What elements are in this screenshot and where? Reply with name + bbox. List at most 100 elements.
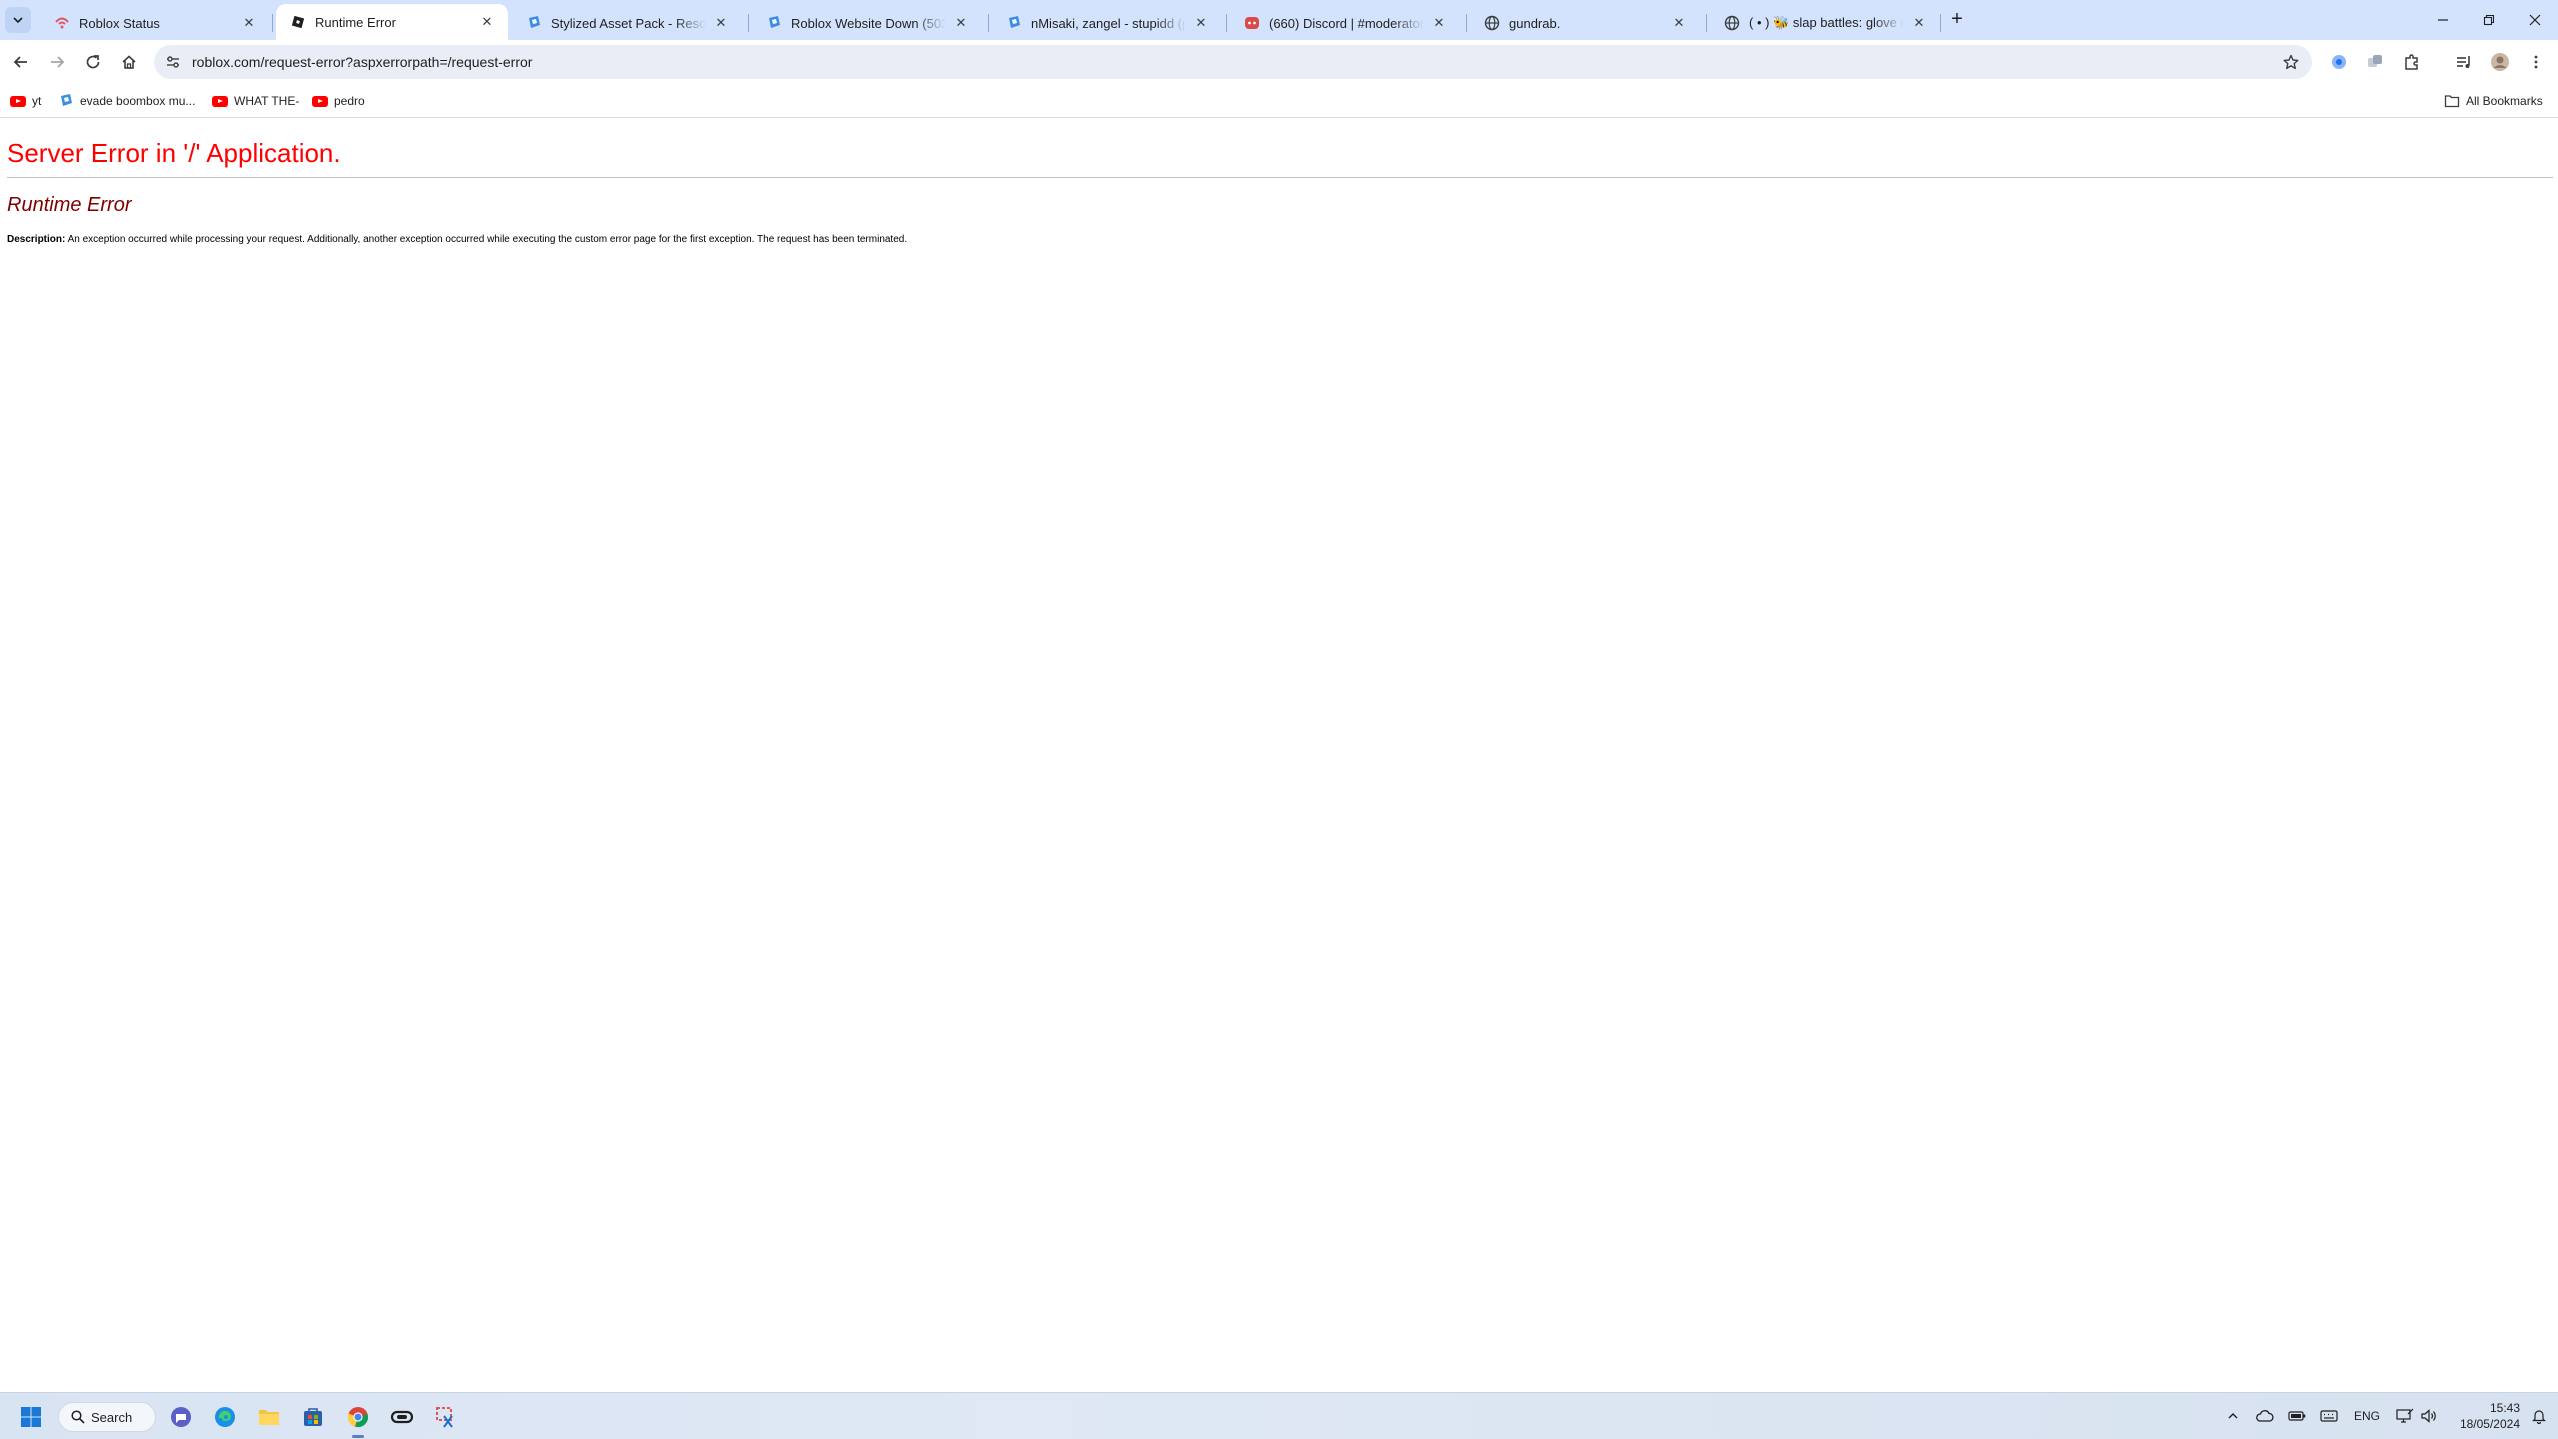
- profile-avatar[interactable]: [2488, 50, 2512, 74]
- taskbar-chrome[interactable]: [343, 1402, 373, 1432]
- google-lens-icon: [2332, 55, 2346, 69]
- chrome-icon: [347, 1407, 368, 1428]
- tab-divider: [1706, 14, 1707, 32]
- devforum-icon: [58, 93, 74, 109]
- tab-title: nMisaki, zangel - stupidd (phon: [1031, 15, 1186, 31]
- start-button[interactable]: [16, 1402, 46, 1432]
- close-window-button[interactable]: [2512, 0, 2558, 40]
- tab-title: Stylized Asset Pack - Resources: [551, 15, 706, 31]
- bookmark-what-the[interactable]: WHAT THE-: [212, 92, 299, 110]
- clock-date: 18/05/2024: [2459, 1417, 2520, 1431]
- taskbar-store[interactable]: [298, 1402, 328, 1432]
- network-icon: [2396, 1408, 2414, 1423]
- bell-icon: [2532, 1410, 2546, 1424]
- tab-runtime-error[interactable]: Runtime Error ✕: [276, 4, 508, 40]
- more-vertical-icon: [2534, 55, 2538, 69]
- browser-menu-button[interactable]: [2524, 50, 2548, 74]
- restore-button[interactable]: [2466, 0, 2512, 40]
- all-bookmarks-label: All Bookmarks: [2466, 94, 2543, 108]
- minimize-button[interactable]: [2420, 0, 2466, 40]
- back-button[interactable]: [6, 47, 36, 77]
- headset-icon: [390, 1410, 414, 1424]
- search-icon: [71, 1410, 85, 1424]
- windows-logo-icon: [21, 1407, 41, 1427]
- close-icon[interactable]: ✕: [952, 14, 970, 32]
- queue-music-icon: [2457, 56, 2470, 68]
- globe-icon: [1484, 15, 1500, 31]
- all-bookmarks-button[interactable]: All Bookmarks: [2444, 92, 2543, 110]
- tab-nmisaki-zangel[interactable]: nMisaki, zangel - stupidd (phon ✕: [992, 6, 1222, 40]
- speaker-icon: [2421, 1409, 2436, 1423]
- bookmark-pedro[interactable]: pedro: [312, 92, 365, 110]
- extensions-button[interactable]: [2400, 50, 2424, 74]
- avatar-icon: [2491, 53, 2509, 71]
- bookmark-evade-boombox[interactable]: evade boombox mu...: [58, 92, 195, 110]
- tab-divider: [988, 14, 989, 32]
- close-icon[interactable]: ✕: [712, 14, 730, 32]
- tab-slap-battles[interactable]: ( • ) 🐝 slap battles: glove mak ✕: [1710, 6, 1940, 40]
- bookmark-yt[interactable]: yt: [10, 92, 41, 110]
- taskbar-search[interactable]: Search: [58, 1402, 156, 1432]
- devforum-icon: [526, 15, 542, 31]
- error-heading: Server Error in '/' Application.: [7, 138, 341, 168]
- close-icon[interactable]: ✕: [1670, 14, 1688, 32]
- bookmarks-bar: yt evade boombox mu... WHAT THE- pedro A…: [0, 84, 2558, 118]
- close-icon[interactable]: ✕: [1430, 14, 1448, 32]
- show-hidden-icons-button[interactable]: [2220, 1403, 2246, 1429]
- taskbar-clock[interactable]: 15:43 18/05/2024: [2440, 1400, 2520, 1432]
- tab-title: Runtime Error: [315, 14, 396, 30]
- volume-tray[interactable]: [2416, 1403, 2442, 1429]
- close-icon[interactable]: ✕: [1192, 14, 1210, 32]
- tab-discord[interactable]: (660) Discord | #moderator-onl ✕: [1230, 6, 1460, 40]
- devforum-icon: [1006, 15, 1022, 31]
- reload-icon: [86, 55, 100, 69]
- close-icon: [2529, 14, 2541, 26]
- taskbar-chat[interactable]: [166, 1402, 196, 1432]
- taskbar-snipping-tool[interactable]: [431, 1402, 461, 1432]
- tab-search-button[interactable]: [5, 7, 31, 33]
- roblox-status-icon: [54, 15, 70, 31]
- tab-roblox-website-down[interactable]: Roblox Website Down (503) - B ✕: [752, 6, 982, 40]
- tab-gundrab[interactable]: gundrab. ✕: [1470, 6, 1700, 40]
- network-tray[interactable]: [2392, 1403, 2418, 1429]
- forward-button[interactable]: [42, 47, 72, 77]
- taskbar-edge[interactable]: [210, 1402, 240, 1432]
- youtube-icon: [10, 93, 26, 109]
- home-button[interactable]: [114, 47, 144, 77]
- tab-roblox-status[interactable]: Roblox Status ✕: [40, 6, 270, 40]
- globe-icon: [1724, 15, 1740, 31]
- keyboard-tray[interactable]: [2316, 1403, 2342, 1429]
- media-controls-button[interactable]: [2452, 50, 2476, 74]
- chevron-up-icon: [2228, 1413, 2238, 1419]
- onedrive-tray[interactable]: [2252, 1403, 2278, 1429]
- store-icon: [304, 1408, 322, 1426]
- site-info-button[interactable]: [162, 51, 184, 73]
- close-icon[interactable]: ✕: [478, 13, 496, 31]
- translate-extension-button[interactable]: [2363, 50, 2387, 74]
- battery-tray[interactable]: [2284, 1403, 2310, 1429]
- page-content: Server Error in '/' Application. Runtime…: [0, 119, 2558, 1392]
- taskbar-vr-app[interactable]: [387, 1402, 417, 1432]
- new-tab-button[interactable]: +: [1946, 9, 1968, 31]
- address-bar[interactable]: roblox.com/request-error?aspxerrorpath=/…: [154, 45, 2312, 79]
- roblox-icon: [290, 14, 306, 30]
- url-text[interactable]: roblox.com/request-error?aspxerrorpath=/…: [192, 54, 532, 70]
- taskbar-file-explorer[interactable]: [254, 1402, 284, 1432]
- clock-time: 15:43: [2489, 1401, 2520, 1415]
- keyboard-icon: [2320, 1410, 2338, 1422]
- notifications-button[interactable]: [2526, 1403, 2552, 1429]
- reload-button[interactable]: [78, 47, 108, 77]
- browser-toolbar: roblox.com/request-error?aspxerrorpath=/…: [0, 40, 2558, 84]
- forward-arrow-icon: [51, 56, 65, 68]
- close-icon[interactable]: ✕: [1910, 14, 1928, 32]
- bookmark-star-button[interactable]: [2280, 51, 2302, 73]
- layers-icon: [2368, 55, 2382, 67]
- tab-title: ( • ) 🐝 slap battles: glove mak: [1749, 15, 1904, 30]
- lens-extension-button[interactable]: [2327, 50, 2351, 74]
- input-language-indicator[interactable]: ENG: [2350, 1403, 2384, 1429]
- bookmark-label: yt: [32, 94, 42, 108]
- folder-icon: [2444, 93, 2460, 109]
- back-arrow-icon: [13, 56, 27, 68]
- close-icon[interactable]: ✕: [240, 14, 258, 32]
- tab-stylized-asset-pack[interactable]: Stylized Asset Pack - Resources ✕: [512, 6, 742, 40]
